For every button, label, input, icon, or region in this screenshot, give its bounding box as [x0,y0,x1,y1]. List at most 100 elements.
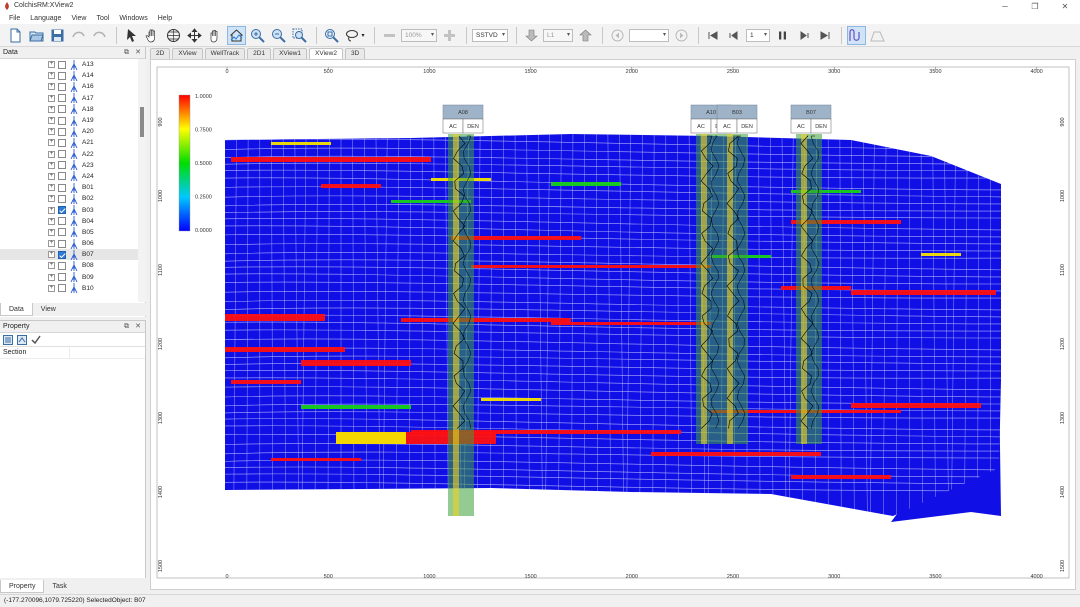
well-checkbox[interactable] [58,127,66,136]
expand-icon[interactable]: + [48,195,55,203]
save-button[interactable] [48,26,67,45]
tab-welltrack[interactable]: WellTrack [204,48,246,59]
scrollbar-thumb[interactable] [140,107,144,137]
expand-icon[interactable]: + [48,139,55,147]
well-checkbox[interactable] [58,284,66,293]
tree-item-b05[interactable]: + B05 [0,227,138,238]
depth-mode-combo[interactable]: SSTVD ▾ [472,28,508,42]
tab-view[interactable]: View [33,303,64,316]
menu-file[interactable]: File [4,13,25,24]
previous-button[interactable] [608,26,627,45]
tree-item-a22[interactable]: + A22 [0,149,138,160]
home-view-button[interactable] [227,25,246,45]
well-checkbox[interactable] [58,150,66,159]
zoom-in-button[interactable] [248,26,267,45]
apply-check-icon[interactable] [31,335,41,345]
well-checkbox[interactable] [58,239,66,248]
tree-item-b09[interactable]: + B09 [0,272,138,283]
categorized-icon[interactable] [3,334,13,345]
cross-section-plot[interactable]: 0050050010001000150015002000200025002500… [151,60,1075,589]
expand-icon[interactable]: + [48,262,55,270]
tab-xview[interactable]: XView [172,48,203,59]
tab-2d[interactable]: 2D [150,48,171,59]
layer-up-button[interactable] [576,26,595,45]
well-checkbox[interactable] [58,71,66,80]
expand-icon[interactable]: + [48,273,55,281]
tree-item-a18[interactable]: + A18 [0,104,138,115]
expand-icon[interactable]: + [48,117,55,125]
well-checkbox[interactable] [58,228,66,237]
pause-button[interactable] [773,26,792,45]
first-frame-button[interactable] [704,26,723,45]
tree-item-b04[interactable]: + B04 [0,216,138,227]
undo-button[interactable] [69,26,88,45]
well-checkbox[interactable] [58,261,66,270]
tree-item-a19[interactable]: + A19 [0,115,138,126]
well-checkbox[interactable] [58,273,66,282]
tree-item-a23[interactable]: + A23 [0,160,138,171]
open-file-button[interactable] [27,26,46,45]
menu-view[interactable]: View [66,13,91,24]
expand-icon[interactable]: + [48,251,55,259]
menu-help[interactable]: Help [153,13,177,24]
tab-data[interactable]: Data [0,303,33,316]
frame-combo[interactable]: 1 ▾ [746,28,770,42]
well-checkbox[interactable] [58,138,66,147]
expand-icon[interactable]: + [48,150,55,158]
tree-item-a24[interactable]: + A24 [0,171,138,182]
curve-tool-button[interactable] [847,25,866,45]
well-checkbox[interactable] [58,194,66,203]
menu-language[interactable]: Language [25,13,66,24]
close-button[interactable]: ✕ [1050,0,1080,13]
section-tool-button[interactable] [164,26,183,45]
redo-button[interactable] [90,26,109,45]
zoom-percent-combo[interactable]: 100% ▾ [401,28,437,42]
sort-icon[interactable] [17,334,27,345]
new-file-button[interactable] [6,26,25,45]
tree-item-b10[interactable]: + B10 [0,283,138,294]
zoom-minus-button[interactable] [380,26,399,45]
tree-item-b03[interactable]: + B03 [0,204,138,216]
tab-3d[interactable]: 3D [344,48,366,59]
expand-icon[interactable]: + [48,228,55,236]
select-tool-button[interactable] [122,26,141,45]
tab-2d1[interactable]: 2D1 [247,48,272,59]
expand-icon[interactable]: + [48,206,55,214]
expand-icon[interactable]: + [48,128,55,136]
tree-item-b08[interactable]: + B08 [0,260,138,271]
zoom-window-button[interactable] [290,26,309,45]
float-panel-icon[interactable]: ⧉ [124,47,129,59]
expand-icon[interactable]: + [48,284,55,292]
tree-item-a20[interactable]: + A20 [0,126,138,137]
expand-icon[interactable]: + [48,172,55,180]
well-checkbox[interactable] [58,183,66,192]
well-checkbox[interactable] [58,60,66,69]
lasso-dropdown-button[interactable]: ▾ [343,26,367,45]
well-checkbox[interactable] [58,116,66,125]
tab-xview1[interactable]: XView1 [273,48,308,59]
expand-icon[interactable]: + [48,61,55,69]
tree-item-b02[interactable]: + B02 [0,193,138,204]
tree-scrollbar[interactable] [138,59,146,302]
last-frame-button[interactable] [815,26,834,45]
drag-tool-button[interactable] [206,26,225,45]
expand-icon[interactable]: + [48,217,55,225]
close-panel-icon[interactable]: ✕ [135,321,141,333]
well-checkbox[interactable] [58,172,66,181]
zoom-out-button[interactable] [269,26,288,45]
next-frame-button[interactable] [794,26,813,45]
next-button[interactable] [672,26,691,45]
menu-windows[interactable]: Windows [114,13,152,24]
cross-section-view[interactable]: 0 0 500 500 1000 1000 1500 1500 2000 2000 2500 2500… [150,59,1076,590]
tree-item-b06[interactable]: + B06 [0,238,138,249]
well-checkbox[interactable] [58,250,66,259]
tree-item-a16[interactable]: + A16 [0,81,138,92]
expand-icon[interactable]: + [48,161,55,169]
expand-icon[interactable]: + [48,72,55,80]
menu-tool[interactable]: Tool [91,13,114,24]
blank-combo[interactable]: ▾ [629,28,669,42]
well-checkbox[interactable] [58,105,66,114]
expand-icon[interactable]: + [48,94,55,102]
well-checkbox[interactable] [58,94,66,103]
expand-icon[interactable]: + [48,240,55,248]
